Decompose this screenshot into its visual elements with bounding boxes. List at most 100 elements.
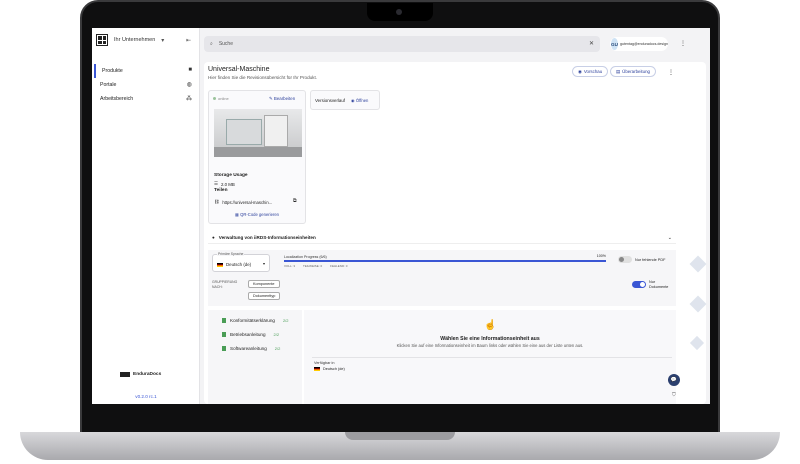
progress-legend: VOLL: 3 TEILWEISE: 0 FEHLEND: 0 — [284, 264, 347, 268]
brand-logo: EnduraDocs — [120, 372, 161, 377]
docs-only-label: Nur Dokumente — [649, 280, 669, 289]
pointer-hand-icon: ☝ — [484, 320, 497, 331]
available-language-text: Deutsch (de) — [323, 367, 345, 371]
status-dot-icon — [213, 97, 216, 100]
globe-icon: ◍ — [186, 82, 192, 88]
iirds-accordion[interactable]: ● Verwaltung von iiRDS-Informationseinhe… — [208, 232, 676, 244]
accordion-label: Verwaltung von iiRDS-Informationseinheit… — [218, 235, 316, 240]
group-doctype-chip[interactable]: Dokumenttyp — [248, 292, 281, 300]
main-content: Universal-Maschine Hier finden Sie die R… — [204, 62, 706, 404]
toggle-switch[interactable] — [632, 281, 646, 288]
info-icon: ● — [212, 235, 215, 240]
share-title: Teilen — [214, 188, 228, 193]
docs-only-toggle[interactable]: Nur Dokumente — [632, 280, 671, 289]
document-icon — [222, 332, 226, 337]
language-value: Deutsch (de) — [217, 262, 251, 267]
sidebar-item-produkte[interactable]: Produkte ■ — [94, 64, 198, 78]
avatar: GU — [611, 38, 618, 50]
localization-progress: Localization Progress (6/6) 100% VOLL: 3… — [284, 254, 606, 268]
empty-heading: Wählen Sie eine Informationseinheit aus — [440, 336, 540, 342]
status-text: online — [218, 96, 229, 101]
page-more-icon[interactable]: ⋮ — [668, 69, 674, 76]
available-language: Deutsch (de) — [314, 367, 345, 371]
laptop-groove — [345, 432, 455, 440]
eye-icon: ◉ — [578, 68, 582, 74]
open-versions-button[interactable]: ◉ Öffnen — [351, 98, 368, 103]
tree-item-label: Konformitätserklärung — [230, 318, 275, 323]
tree-item-count: 2/2 — [273, 332, 280, 337]
chevron-down-icon: ▾ — [161, 37, 165, 44]
search-placeholder: Suche — [218, 41, 233, 47]
filter-panel: Primäre Sprache Deutsch (de) ▾ Localizat… — [208, 250, 676, 306]
progress-bar — [284, 260, 606, 262]
version-history-label: Versionsverlauf — [315, 97, 346, 103]
sidebar-item-label: Arbeitsbereich — [100, 96, 134, 102]
german-flag-icon — [314, 367, 320, 371]
document-tree: Konformitätserklärung 2/2 Betriebsanleitu… — [208, 310, 302, 404]
floor-shape — [214, 147, 302, 157]
share-url[interactable]: ⛓ https://universal-maschin... — [214, 199, 272, 205]
dropdown-icon: ▾ — [262, 261, 265, 266]
more-options-icon[interactable]: ⋮ — [680, 40, 686, 47]
sidebar-item-portale[interactable]: Portale ◍ — [94, 78, 198, 92]
sidebar-item-label: Produkte — [102, 68, 123, 74]
storage-title: Storage Usage — [214, 173, 248, 178]
preview-label: Vorschau — [583, 69, 603, 74]
qr-code-button[interactable]: ▦ QR-Code generieren — [235, 212, 279, 217]
preview-button[interactable]: ◉ Vorschau — [572, 66, 609, 77]
missing-pdf-toggle[interactable]: Nur fehlende PDF — [618, 256, 665, 263]
sidebar-item-label: Portale — [100, 82, 117, 88]
language-select[interactable]: Primäre Sprache Deutsch (de) ▾ — [212, 252, 270, 272]
building-icon — [96, 34, 108, 46]
company-switcher[interactable]: Ihr Unternehmen ▾ — [96, 34, 164, 46]
chevron-down-icon: ⌄ — [667, 235, 672, 241]
tree-item-count: 2/2 — [282, 318, 289, 323]
progress-percent: 100% — [596, 254, 606, 258]
legend-missing: FEHLEND: 0 — [330, 264, 348, 268]
document-icon — [222, 318, 226, 323]
tree-item-label: Betriebsanleitung — [230, 332, 266, 337]
page-subtitle: Hier finden Sie die Revisionsübersicht f… — [208, 75, 318, 80]
qr-label: QR-Code generieren — [240, 212, 279, 217]
chat-button[interactable]: 💬 — [668, 374, 680, 386]
brand-name: EnduraDocs — [133, 372, 162, 377]
machine-shape — [226, 119, 262, 145]
sidebar: Ihr Unternehmen ▾ ⇤ Produkte ■ Portale ◍… — [92, 28, 200, 404]
status-badge: online — [213, 96, 229, 101]
missing-pdf-label: Nur fehlende PDF — [635, 257, 666, 262]
search-icon: ⌕ — [210, 41, 213, 47]
toggle-switch[interactable] — [618, 256, 632, 263]
group-component-chip[interactable]: Komponente — [248, 280, 280, 288]
product-image — [214, 109, 302, 157]
camera-icon — [396, 9, 402, 15]
divider — [312, 357, 672, 358]
edit-button[interactable]: ✎ Bearbeiten — [269, 96, 295, 102]
search-input[interactable]: ⌕ Suche ✕ — [204, 36, 600, 52]
collapse-sidebar-icon[interactable]: ⇤ — [186, 37, 191, 44]
german-flag-icon — [217, 262, 223, 267]
share-url-text: https://universal-maschin... — [222, 199, 273, 205]
empty-state: ☝ Wählen Sie eine Informationseinheit au… — [304, 310, 676, 404]
document-icon — [222, 346, 226, 351]
overview-label: Überarbeitung — [622, 69, 650, 74]
empty-text: Klicken Sie auf eine Informationseinheit… — [396, 343, 584, 348]
share-nodes-icon: ⁂ — [186, 96, 192, 102]
language-text: Deutsch (de) — [226, 262, 252, 267]
user-menu[interactable]: GU gutentag@enduradocs.design — [610, 37, 668, 51]
overview-button[interactable]: ▤ Überarbeitung — [610, 66, 656, 77]
edit-label: Bearbeiten — [273, 96, 296, 101]
shield-icon[interactable]: ⛉ — [672, 392, 676, 398]
sidebar-nav: Produkte ■ Portale ◍ Arbeitsbereich ⁂ — [94, 64, 198, 106]
tree-item[interactable]: Softwareanleitung 2/2 — [222, 346, 280, 351]
briefcase-icon: ■ — [188, 67, 192, 73]
clear-search-icon[interactable]: ✕ — [589, 40, 594, 47]
language-label: Primäre Sprache — [217, 252, 245, 256]
sidebar-item-arbeitsbereich[interactable]: Arbeitsbereich ⁂ — [94, 92, 198, 106]
copy-icon[interactable]: ⧉ — [293, 198, 297, 204]
user-email: gutentag@enduradocs.design — [619, 42, 668, 46]
machine-door-shape — [264, 115, 288, 147]
tree-item[interactable]: Betriebsanleitung 2/2 — [222, 332, 279, 337]
version-history: Versionsverlauf ◉ Öffnen — [310, 90, 380, 110]
tree-item[interactable]: Konformitätserklärung 2/2 — [222, 318, 289, 323]
app-screen: Ihr Unternehmen ▾ ⇤ Produkte ■ Portale ◍… — [92, 28, 710, 404]
